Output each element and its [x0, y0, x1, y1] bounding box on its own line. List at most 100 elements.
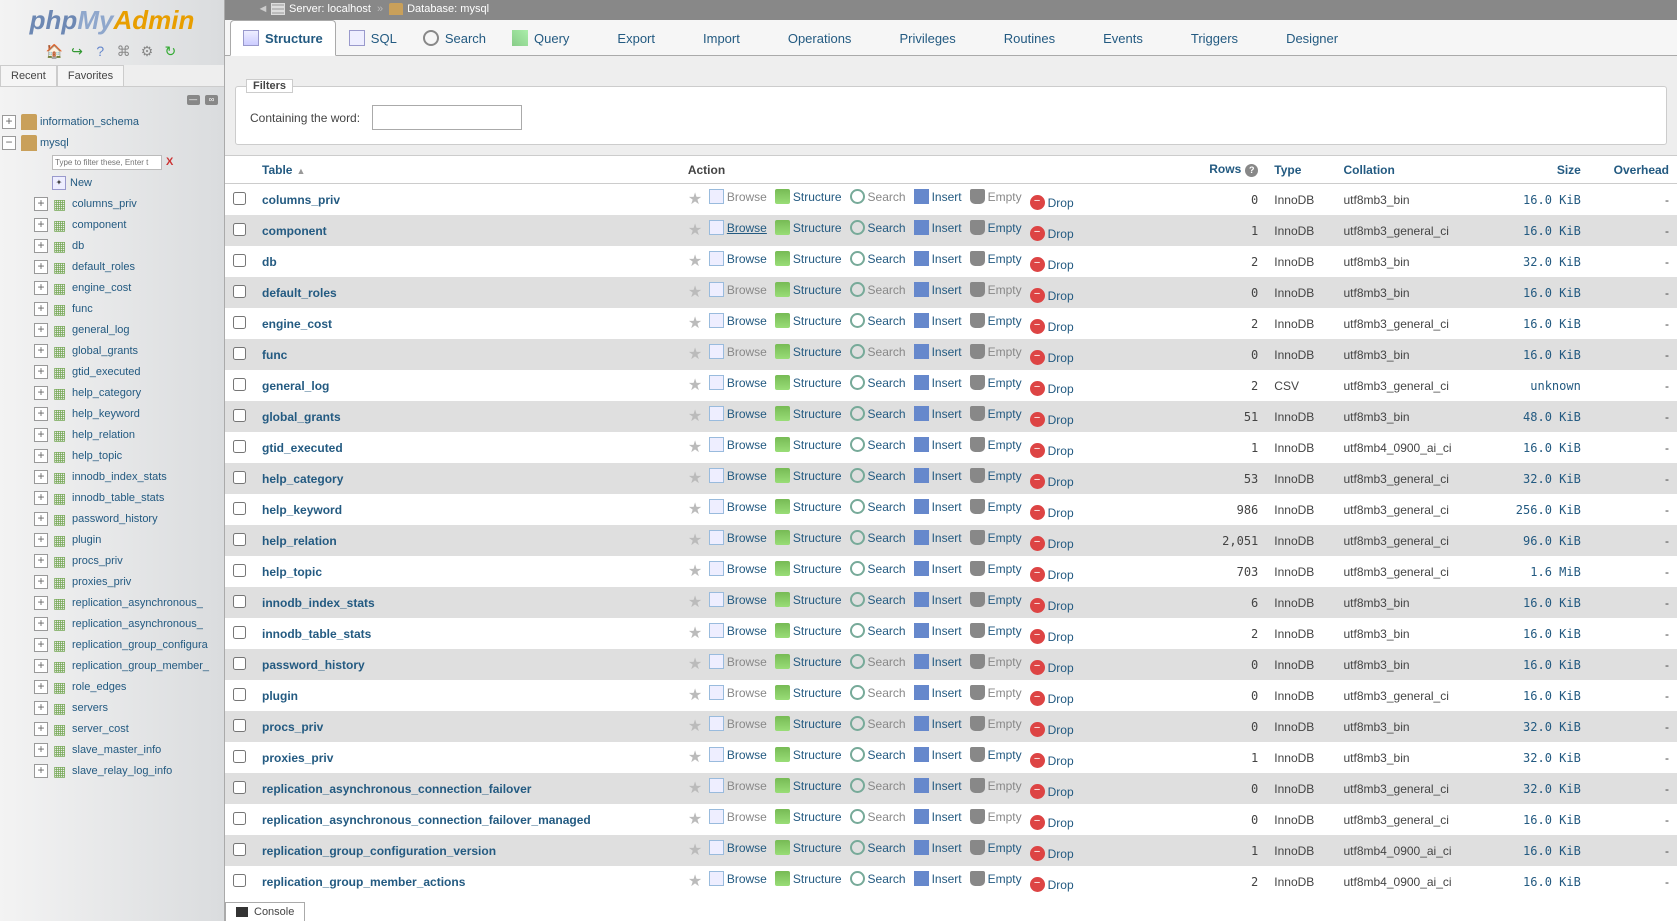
docs-icon[interactable]: ? [92, 43, 108, 59]
insert-action[interactable]: Insert [914, 313, 962, 328]
table-link-innodb_index_stats[interactable]: innodb_index_stats [262, 596, 375, 610]
favorite-icon[interactable]: ★ [688, 687, 702, 704]
browse-action[interactable]: Browse [709, 623, 767, 638]
structure-action[interactable]: Structure [775, 220, 842, 235]
search-action[interactable]: Search [850, 840, 906, 855]
drop-action[interactable]: −Drop [1030, 815, 1074, 830]
filter-input[interactable] [372, 105, 522, 130]
empty-action[interactable]: Empty [970, 406, 1022, 421]
favorite-icon[interactable]: ★ [688, 625, 702, 642]
recent-tab[interactable]: Recent [0, 65, 57, 86]
favorite-icon[interactable]: ★ [688, 873, 702, 890]
expand-icon[interactable]: + [34, 281, 48, 295]
structure-action[interactable]: Structure [775, 654, 842, 669]
row-checkbox[interactable] [233, 533, 246, 546]
row-checkbox[interactable] [233, 564, 246, 577]
tree-table-replication_group_configura[interactable]: +▦replication_group_configura [34, 634, 224, 655]
expand-icon[interactable]: + [34, 743, 48, 757]
table-link-procs_priv[interactable]: procs_priv [262, 720, 323, 734]
table-link-global_grants[interactable]: global_grants [262, 410, 341, 424]
expand-icon[interactable]: + [34, 344, 48, 358]
search-action[interactable]: Search [850, 685, 906, 700]
search-action[interactable]: Search [850, 375, 906, 390]
expand-icon[interactable]: + [34, 218, 48, 232]
drop-action[interactable]: −Drop [1030, 722, 1074, 737]
expand-icon[interactable]: + [34, 533, 48, 547]
structure-action[interactable]: Structure [775, 375, 842, 390]
table-link-help_keyword[interactable]: help_keyword [262, 503, 342, 517]
drop-action[interactable]: −Drop [1030, 660, 1074, 675]
expand-icon[interactable]: + [34, 491, 48, 505]
browse-action[interactable]: Browse [709, 375, 767, 390]
favorite-icon[interactable]: ★ [688, 501, 702, 518]
sql-icon[interactable]: ⌘ [116, 43, 132, 59]
drop-action[interactable]: −Drop [1030, 598, 1074, 613]
empty-action[interactable]: Empty [970, 623, 1022, 638]
structure-action[interactable]: Structure [775, 592, 842, 607]
clear-filter-icon[interactable]: X [166, 156, 173, 168]
drop-action[interactable]: −Drop [1030, 753, 1074, 768]
browse-action[interactable]: Browse [709, 840, 767, 855]
tree-table-replication_asynchronous_[interactable]: +▦replication_asynchronous_ [34, 592, 224, 613]
expand-icon[interactable]: + [34, 659, 48, 673]
drop-action[interactable]: −Drop [1030, 350, 1074, 365]
insert-action[interactable]: Insert [914, 592, 962, 607]
tab-sql[interactable]: SQL [336, 20, 410, 56]
table-link-replication_group_member_actions[interactable]: replication_group_member_actions [262, 875, 465, 889]
expand-icon[interactable]: + [34, 512, 48, 526]
empty-action[interactable]: Empty [970, 809, 1022, 824]
insert-action[interactable]: Insert [914, 778, 962, 793]
table-link-db[interactable]: db [262, 255, 277, 269]
search-action[interactable]: Search [850, 871, 906, 886]
favorite-icon[interactable]: ★ [688, 284, 702, 301]
insert-action[interactable]: Insert [914, 468, 962, 483]
expand-icon[interactable]: + [34, 239, 48, 253]
empty-action[interactable]: Empty [970, 437, 1022, 452]
search-action[interactable]: Search [850, 592, 906, 607]
tree-table-gtid_executed[interactable]: +▦gtid_executed [34, 361, 224, 382]
tree-table-innodb_table_stats[interactable]: +▦innodb_table_stats [34, 487, 224, 508]
row-checkbox[interactable] [233, 750, 246, 763]
favorite-icon[interactable]: ★ [688, 718, 702, 735]
drop-action[interactable]: −Drop [1030, 319, 1074, 334]
tab-export[interactable]: Export [582, 20, 668, 56]
expand-icon[interactable]: + [34, 428, 48, 442]
insert-action[interactable]: Insert [914, 654, 962, 669]
favorite-icon[interactable]: ★ [688, 222, 702, 239]
drop-action[interactable]: −Drop [1030, 505, 1074, 520]
expand-icon[interactable]: + [34, 764, 48, 778]
tree-table-global_grants[interactable]: +▦global_grants [34, 340, 224, 361]
empty-action[interactable]: Empty [970, 220, 1022, 235]
empty-action[interactable]: Empty [970, 840, 1022, 855]
settings-icon[interactable]: ⚙ [139, 43, 155, 59]
table-link-innodb_table_stats[interactable]: innodb_table_stats [262, 627, 371, 641]
expand-icon[interactable]: + [34, 596, 48, 610]
browse-action[interactable]: Browse [709, 344, 767, 359]
favorite-icon[interactable]: ★ [688, 780, 702, 797]
drop-action[interactable]: −Drop [1030, 691, 1074, 706]
search-action[interactable]: Search [850, 654, 906, 669]
empty-action[interactable]: Empty [970, 375, 1022, 390]
drop-action[interactable]: −Drop [1030, 784, 1074, 799]
insert-action[interactable]: Insert [914, 871, 962, 886]
search-action[interactable]: Search [850, 282, 906, 297]
search-action[interactable]: Search [850, 716, 906, 731]
favorite-icon[interactable]: ★ [688, 408, 702, 425]
empty-action[interactable]: Empty [970, 871, 1022, 886]
row-checkbox[interactable] [233, 192, 246, 205]
expand-icon[interactable]: + [34, 323, 48, 337]
tree-table-replication_asynchronous_[interactable]: +▦replication_asynchronous_ [34, 613, 224, 634]
drop-action[interactable]: −Drop [1030, 846, 1074, 861]
row-checkbox[interactable] [233, 316, 246, 329]
browse-action[interactable]: Browse [709, 468, 767, 483]
search-action[interactable]: Search [850, 778, 906, 793]
insert-action[interactable]: Insert [914, 437, 962, 452]
tree-table-func[interactable]: +▦func [34, 298, 224, 319]
row-checkbox[interactable] [233, 223, 246, 236]
insert-action[interactable]: Insert [914, 220, 962, 235]
tree-table-innodb_index_stats[interactable]: +▦innodb_index_stats [34, 466, 224, 487]
drop-action[interactable]: −Drop [1030, 877, 1074, 892]
search-action[interactable]: Search [850, 344, 906, 359]
expand-icon[interactable]: + [34, 470, 48, 484]
drop-action[interactable]: −Drop [1030, 443, 1074, 458]
